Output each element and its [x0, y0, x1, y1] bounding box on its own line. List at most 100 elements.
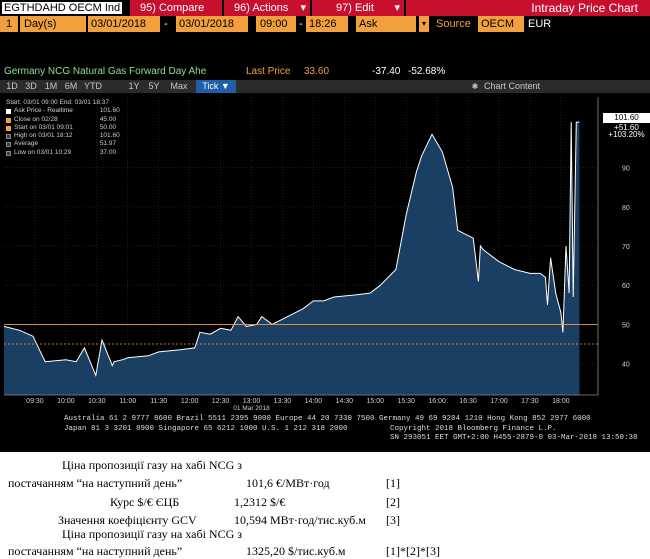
chart-legend: Start: 03/01 09:00 End: 03/01 18:37 Ask … [6, 99, 120, 157]
x-tick-label: 17:00 [490, 398, 508, 405]
row2-ref: [2] [386, 495, 400, 509]
tab-3d[interactable]: 3D [22, 80, 40, 93]
start-date-input[interactable]: 03/01/2018 [88, 16, 160, 32]
price-area-fill [4, 122, 580, 395]
period-unit-select[interactable]: Day(s) [20, 16, 86, 32]
tab-6m[interactable]: 6M [62, 80, 80, 93]
x-tick-label: 14:00 [305, 398, 323, 405]
tab-1y[interactable]: 1Y [126, 80, 142, 93]
row3-ref: [3] [386, 513, 400, 527]
range-tabs: 1D 3D 1M 6M YTD 1Y 5Y Max Tick ▼ ✱ Chart… [0, 80, 650, 93]
actions-button[interactable]: 96) Actions ▾ [224, 0, 310, 16]
y-tick-label: 80 [622, 205, 630, 212]
footer-session-info: SN 293051 EET GMT+2:00 H455-2879-0 03-Ma… [390, 434, 638, 442]
footer-copyright: Copyright 2018 Bloomberg Finance L.P. [390, 425, 557, 433]
x-tick-label: 10:00 [57, 398, 75, 405]
x-tick-label: 16:30 [459, 398, 477, 405]
x-date-label: 01 Mar 2018 [233, 405, 270, 412]
legend-start-label: Start on 03/01 09:01 [14, 123, 73, 131]
legend-ask-value: 101.60 [99, 107, 120, 115]
source-input[interactable]: OECM [478, 16, 524, 32]
chart-gear-icon[interactable]: ✱ [468, 80, 482, 93]
last-price-label: Last Price [246, 66, 291, 77]
y-tick-label: 50 [622, 322, 630, 329]
legend-close: Close on 02/28 45.00 [6, 116, 120, 124]
x-tick-label: 13:00 [243, 398, 261, 405]
actions-label: 96) Actions [234, 2, 289, 14]
tab-1d[interactable]: 1D [4, 80, 20, 93]
legend-high-label: High on 03/01 18:12 [14, 132, 73, 140]
row1-ref: [1] [386, 476, 400, 490]
x-tick-label: 15:30 [397, 398, 415, 405]
row2-value: 1,2312 $/€ [234, 495, 286, 509]
legend-average: Average 51.97 [6, 140, 120, 148]
x-tick-label: 13:30 [274, 398, 292, 405]
source-label: Source [436, 18, 471, 30]
legend-low: Low on 03/01 10:29 37.00 [6, 149, 120, 157]
x-tick-label: 14:30 [336, 398, 354, 405]
change-pct-box: +103.20% [603, 130, 650, 140]
legend-average-label: Average [14, 140, 39, 148]
chart-content-button[interactable]: Chart Content [484, 80, 554, 93]
x-tick-label: 11:30 [150, 398, 167, 405]
legend-close-label: Close on 02/28 [14, 115, 58, 123]
tab-1m[interactable]: 1M [42, 80, 60, 93]
x-tick-label: 16:00 [428, 398, 446, 405]
footer-contacts-2: Japan 81 3 3201 8900 Singapore 65 6212 1… [64, 425, 348, 433]
row1-label-line1: Ціна пропозиції газу на хабі NCG з [62, 458, 243, 472]
row4-label-line2: постачанням “на наступний день” [8, 544, 183, 558]
row1-value: 101,6 €/МВт·год [246, 476, 330, 490]
time-separator: - [299, 18, 303, 30]
tab-ytd[interactable]: YTD [82, 80, 104, 93]
start-time-input[interactable]: 09:00 [256, 16, 296, 32]
x-tick-label: 10:30 [88, 398, 106, 405]
legend-low-label: Low on 03/01 10:29 [14, 148, 72, 156]
row4-value: 1325,20 $/тис.куб.м [246, 544, 346, 558]
tab-max[interactable]: Max [166, 80, 192, 93]
legend-high-value: 101.60 [99, 132, 120, 140]
x-tick-label: 12:00 [181, 398, 199, 405]
edit-button[interactable]: 97) Edit ▾ [312, 0, 404, 16]
x-tick-label: 09:30 [26, 398, 44, 405]
parameters-bar: 1 Day(s) 03/01/2018 - 03/01/2018 09:00 -… [0, 16, 650, 32]
field-dropdown-icon[interactable]: ▾ [419, 16, 429, 32]
compare-button[interactable]: 95) Compare [130, 0, 222, 16]
currency-label: EUR [528, 18, 552, 30]
price-change-pct: -52.68% [408, 66, 446, 77]
price-change: -37.40 [372, 66, 401, 77]
legend-ask-label: Ask Price - Realtime [14, 107, 73, 115]
legend-ask-swatch [6, 109, 11, 115]
period-count-input[interactable]: 1 [0, 16, 18, 32]
end-time-input[interactable]: 18:26 [306, 16, 348, 32]
legend-high-swatch [6, 134, 11, 140]
ticker-field[interactable]: EGTHDAHD OECM Ind [2, 2, 123, 14]
x-tick-label: 15:00 [366, 398, 384, 405]
chevron-down-icon: ▾ [300, 2, 306, 14]
legend-ask: Ask Price - Realtime 101.60 [6, 107, 120, 115]
window-title: Intraday Price Chart [406, 0, 650, 16]
row2-label: Курс $/€ ЄЦБ [110, 495, 180, 509]
tab-tick[interactable]: Tick ▼ [196, 80, 236, 93]
y-tick-label: 60 [622, 283, 630, 290]
legend-close-swatch [6, 117, 11, 123]
legend-average-value: 51.97 [99, 140, 117, 148]
legend-high: High on 03/01 18:12 101.60 [6, 132, 120, 140]
last-price-value: 33.60 [304, 66, 330, 77]
legend-low-swatch [6, 150, 11, 156]
row4-label-line1: Ціна пропозиції газу на хабі NCG з [62, 527, 243, 541]
x-tick-label: 11:00 [119, 398, 136, 405]
bloomberg-terminal: EGTHDAHD OECM Ind 95) Compare 96) Action… [0, 0, 650, 452]
date-separator: - [164, 18, 168, 30]
legend-average-swatch [6, 142, 11, 148]
field-select[interactable]: Ask [356, 16, 416, 32]
price-calculation-table: Ціна пропозиції газу на хабі NCG з поста… [0, 452, 650, 559]
legend-start-value: 50.00 [99, 123, 117, 131]
y-tick-label: 40 [622, 362, 630, 369]
x-tick-label: 17:30 [521, 398, 539, 405]
end-date-input[interactable]: 03/01/2018 [176, 16, 248, 32]
x-tick-label: 18:00 [552, 398, 570, 405]
row4-ref: [1]*[2]*[3] [386, 544, 440, 558]
row1-label-line2: постачанням “на наступний день” [8, 476, 183, 490]
tab-5y[interactable]: 5Y [146, 80, 162, 93]
row3-label: Значення коефіцієнту GCV [58, 513, 197, 527]
